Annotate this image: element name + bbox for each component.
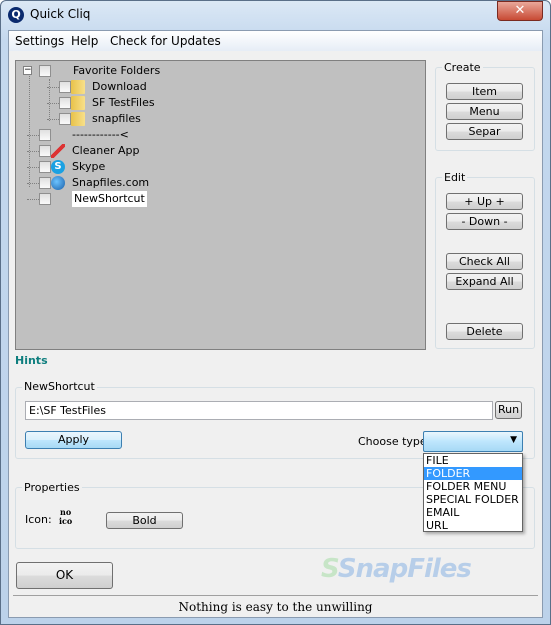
move-down-button[interactable]: - Down - xyxy=(446,213,523,230)
no-icon-line2: ico xyxy=(59,516,73,526)
tree-item-checkbox[interactable] xyxy=(39,145,51,157)
type-option[interactable]: SPECIAL FOLDER xyxy=(424,493,522,506)
run-button[interactable]: Run xyxy=(495,401,522,419)
tree-item[interactable]: S Skype xyxy=(16,159,416,175)
icon-label: Icon: xyxy=(25,513,52,526)
folder-icon xyxy=(71,112,85,126)
menu-settings[interactable]: Settings xyxy=(15,34,64,48)
tree-item-checkbox[interactable] xyxy=(59,97,71,109)
window-title: Quick Cliq xyxy=(30,7,91,21)
tree-item-label: Download xyxy=(92,80,147,93)
type-option[interactable]: FILE xyxy=(424,454,522,467)
menu-check-updates[interactable]: Check for Updates xyxy=(110,34,221,48)
type-option[interactable]: URL xyxy=(424,519,522,532)
choose-type-label: Choose type xyxy=(358,435,427,448)
tree-item-checkbox[interactable] xyxy=(39,177,51,189)
delete-button[interactable]: Delete xyxy=(446,323,523,340)
expand-all-button[interactable]: Expand All xyxy=(446,273,523,290)
shortcut-tree[interactable]: − Favorite Folders Download SF TestFiles sna… xyxy=(15,60,426,350)
status-bar: Nothing is easy to the unwilling xyxy=(13,595,538,617)
tree-item-checkbox[interactable] xyxy=(59,81,71,93)
tree-item-label: Cleaner App xyxy=(72,144,140,157)
menu-help[interactable]: Help xyxy=(71,34,98,48)
close-button[interactable]: ✕ xyxy=(497,1,543,21)
tree-item[interactable]: ------------< xyxy=(16,127,416,143)
type-option[interactable]: EMAIL xyxy=(424,506,522,519)
type-combobox[interactable]: ▼ xyxy=(423,431,523,452)
broom-icon xyxy=(51,144,65,158)
skype-icon: S xyxy=(51,160,65,174)
tree-item-label: ------------< xyxy=(72,128,129,141)
tree-item-label: snapfiles xyxy=(92,112,141,125)
chevron-down-icon: ▼ xyxy=(510,435,517,445)
shortcut-group-label: NewShortcut xyxy=(22,380,97,393)
properties-group-label: Properties xyxy=(22,481,82,494)
type-dropdown-list: FILE FOLDER FOLDER MENU SPECIAL FOLDER EMAIL… xyxy=(423,453,523,532)
tree-item[interactable]: Download xyxy=(16,79,416,95)
edit-group-label: Edit xyxy=(442,171,468,184)
create-menu-button[interactable]: Menu xyxy=(446,103,523,120)
create-item-button[interactable]: Item xyxy=(446,83,523,100)
check-all-button[interactable]: Check All xyxy=(446,253,523,270)
tree-item[interactable]: NewShortcut xyxy=(16,191,416,207)
tree-item-checkbox[interactable] xyxy=(39,129,51,141)
tree-item-checkbox[interactable] xyxy=(59,113,71,125)
hints-label: Hints xyxy=(15,354,48,367)
create-separator-button[interactable]: Separ xyxy=(446,123,523,140)
tree-item-checkbox[interactable] xyxy=(39,161,51,173)
ok-button[interactable]: OK xyxy=(16,562,113,589)
tree-item-checkbox[interactable] xyxy=(39,193,51,205)
menu-bar: Settings Help Check for Updates xyxy=(9,31,542,51)
apply-button[interactable]: Apply xyxy=(25,431,122,449)
create-group-label: Create xyxy=(442,61,483,74)
tree-connector xyxy=(29,74,30,187)
tree-connector xyxy=(49,79,50,121)
type-option[interactable]: FOLDER xyxy=(424,467,522,480)
no-icon-placeholder[interactable]: no ico xyxy=(59,508,72,526)
client-area: Settings Help Check for Updates − Favorit… xyxy=(8,30,543,618)
tree-item-checkbox[interactable] xyxy=(39,65,51,77)
snapfiles-watermark: SSnapFiles xyxy=(321,554,472,584)
tree-item[interactable]: Cleaner App xyxy=(16,143,416,159)
app-icon: Q xyxy=(8,7,24,23)
folder-icon xyxy=(71,80,85,94)
tree-item-label: NewShortcut xyxy=(72,191,147,207)
tree-item[interactable]: SF TestFiles xyxy=(16,95,416,111)
move-up-button[interactable]: + Up + xyxy=(446,193,523,210)
folder-icon xyxy=(71,96,85,110)
tree-item[interactable]: Snapfiles.com xyxy=(16,175,416,191)
tree-item-label: SF TestFiles xyxy=(92,96,155,109)
tree-item-label: Skype xyxy=(72,160,106,173)
globe-icon xyxy=(51,176,65,190)
collapse-icon[interactable]: − xyxy=(23,66,32,75)
tree-item-label: Snapfiles.com xyxy=(72,176,150,189)
bold-button[interactable]: Bold xyxy=(106,512,183,529)
tree-connector xyxy=(27,199,39,200)
tree-item[interactable]: snapfiles xyxy=(16,111,416,127)
tree-item[interactable]: − Favorite Folders xyxy=(16,63,416,79)
path-input[interactable] xyxy=(25,401,493,420)
type-option[interactable]: FOLDER MENU xyxy=(424,480,522,493)
tree-item-label: Favorite Folders xyxy=(73,64,161,77)
